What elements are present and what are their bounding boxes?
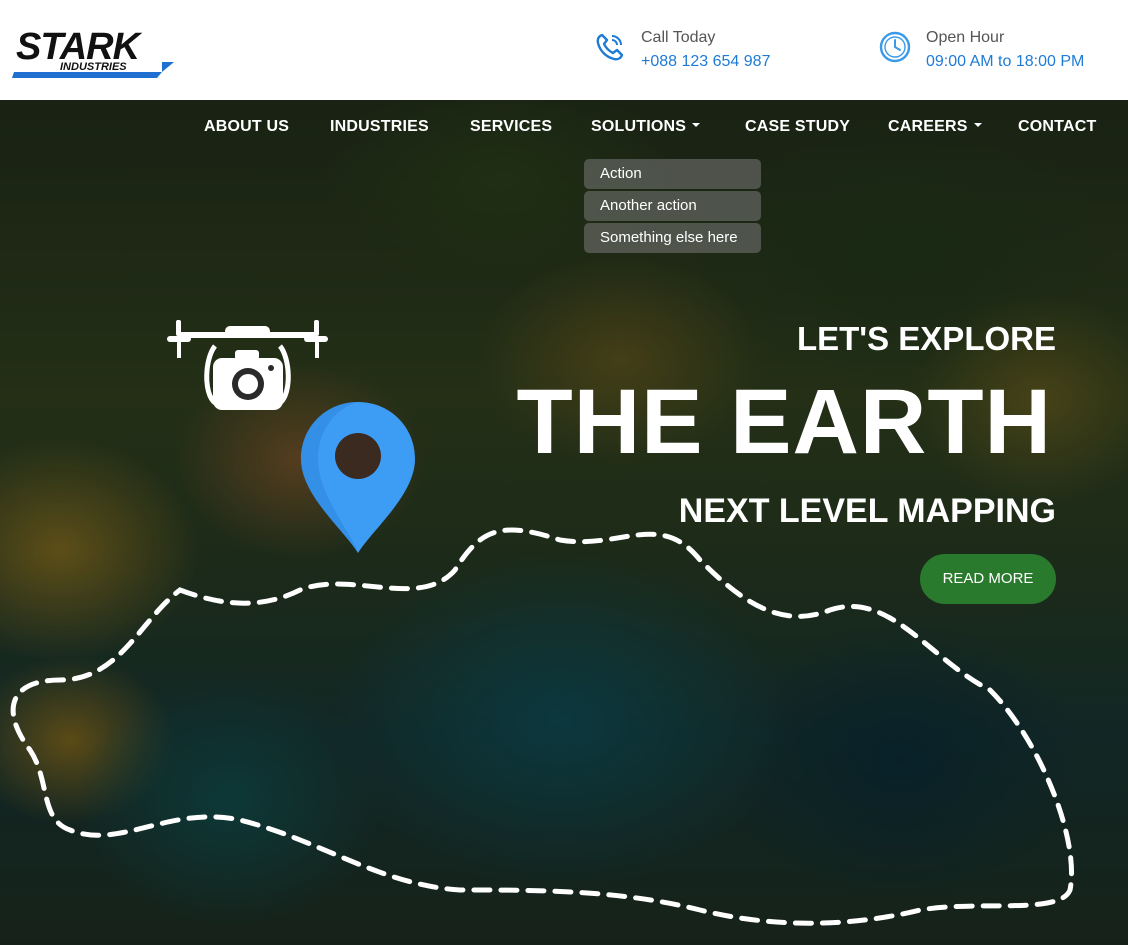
main-navigation: ABOUT US INDUSTRIES SERVICES SOLUTIONS C… [0, 118, 1128, 140]
site-header: STARK INDUSTRIES Call Today +088 123 654… [0, 0, 1128, 100]
stark-industries-logo[interactable]: STARK INDUSTRIES [12, 26, 177, 82]
clock-icon [878, 30, 912, 64]
phone-icon [593, 30, 627, 64]
nav-services[interactable]: SERVICES [470, 118, 552, 136]
svg-text:INDUSTRIES: INDUSTRIES [60, 61, 127, 73]
nav-careers[interactable]: CAREERS [888, 118, 982, 136]
hero-subline: NEXT LEVEL MAPPING [678, 492, 1056, 530]
map-pin-icon [298, 400, 418, 555]
hero-headline: THE EARTH [516, 371, 1052, 473]
dropdown-item-something-else[interactable]: Something else here [584, 223, 761, 253]
open-hour-value: 09:00 AM to 18:00 PM [926, 53, 1085, 70]
call-today-label: Call Today [641, 29, 716, 46]
hero-kicker: LET'S EXPLORE [796, 320, 1056, 357]
nav-solutions-label: SOLUTIONS [591, 118, 687, 135]
nav-industries[interactable]: INDUSTRIES [330, 118, 429, 136]
phone-number-link[interactable]: +088 123 654 987 [641, 53, 770, 71]
caret-down-icon [692, 122, 701, 127]
logo-graphic: STARK INDUSTRIES [12, 26, 174, 78]
open-hour-label: Open Hour [926, 29, 1005, 46]
nav-solutions[interactable]: SOLUTIONS [591, 118, 701, 136]
read-more-button[interactable]: READ MORE [920, 554, 1056, 604]
nav-about-us[interactable]: ABOUT US [204, 118, 289, 136]
caret-down-icon [973, 122, 982, 127]
nav-case-study[interactable]: CASE STUDY [745, 118, 850, 136]
nav-contact[interactable]: CONTACT [1018, 118, 1096, 136]
dropdown-item-action[interactable]: Action [584, 159, 761, 189]
nav-careers-label: CAREERS [888, 118, 968, 135]
dropdown-item-another-action[interactable]: Another action [584, 191, 761, 221]
solutions-dropdown-menu: Action Another action Something else her… [584, 159, 761, 255]
hero-section: ABOUT US INDUSTRIES SERVICES SOLUTIONS C… [0, 100, 1128, 945]
